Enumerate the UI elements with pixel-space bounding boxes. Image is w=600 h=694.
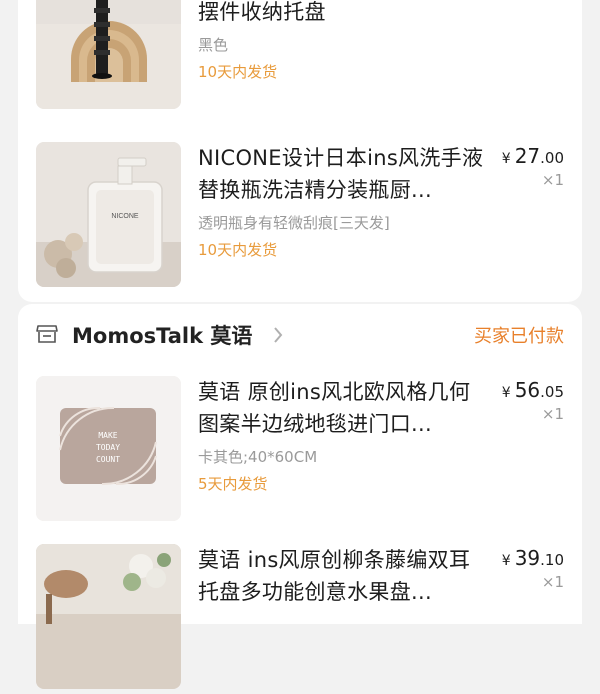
price-decimal: .10 bbox=[540, 551, 564, 569]
rug-text-line: MAKE bbox=[98, 431, 117, 440]
shop-header[interactable]: MomosTalk 莫语 买家已付款 bbox=[36, 316, 564, 352]
order-status: 买家已付款 bbox=[474, 326, 564, 347]
svg-text:NICONE: NICONE bbox=[111, 213, 139, 220]
order-item[interactable]: MAKE TODAY COUNT 莫语 原创ins风北欧风格几何图案半边绒地毯进… bbox=[36, 376, 564, 526]
currency-symbol: ¥ bbox=[501, 151, 511, 167]
product-price: ¥27.00 bbox=[502, 144, 564, 168]
order-card-1: 简约设计 实木几何造型 家居摆件收纳托盘 黑色 10天内发货 ×1 NICONE… bbox=[18, 0, 582, 302]
shipping-time: 10天内发货 bbox=[198, 241, 278, 259]
shipping-time: 10天内发货 bbox=[198, 63, 278, 81]
product-title[interactable]: NICONE设计日本ins风洗手液替换瓶洗洁精分装瓶厨... bbox=[198, 142, 486, 206]
soap-bottle-image: NICONE bbox=[36, 142, 181, 287]
wooden-stand-image bbox=[36, 0, 181, 109]
price-integer: 39 bbox=[514, 546, 541, 570]
product-sku: 黑色 bbox=[198, 36, 229, 54]
rattan-tray-image bbox=[36, 544, 181, 689]
rug-image: MAKE TODAY COUNT bbox=[36, 376, 181, 521]
store-icon bbox=[36, 325, 58, 343]
price-decimal: .05 bbox=[540, 383, 564, 401]
product-quantity: ×1 bbox=[541, 573, 564, 591]
product-title[interactable]: 简约设计 实木几何造型 家居摆件收纳托盘 bbox=[198, 0, 486, 28]
shop-name[interactable]: MomosTalk 莫语 bbox=[72, 320, 252, 350]
rug-text-line: TODAY bbox=[96, 443, 120, 452]
product-price: ¥56.05 bbox=[502, 378, 564, 402]
product-quantity: ×1 bbox=[541, 171, 564, 189]
order-item[interactable]: NICONE NICONE设计日本ins风洗手液替换瓶洗洁精分装瓶厨... 透明… bbox=[36, 142, 564, 292]
order-item[interactable]: 莫语 ins风原创柳条藤编双耳托盘多功能创意水果盘... ¥39.10 ×1 bbox=[36, 544, 564, 694]
product-sku: 透明瓶身有轻微刮痕[三天发] bbox=[198, 214, 390, 232]
product-title[interactable]: 莫语 原创ins风北欧风格几何图案半边绒地毯进门口... bbox=[198, 376, 486, 440]
product-price: ¥39.10 bbox=[502, 546, 564, 570]
shipping-time: 5天内发货 bbox=[198, 475, 268, 493]
currency-symbol: ¥ bbox=[501, 385, 511, 401]
product-thumbnail[interactable]: NICONE bbox=[36, 142, 181, 287]
product-sku: 卡其色;40*60CM bbox=[198, 448, 318, 466]
price-integer: 56 bbox=[514, 378, 541, 402]
price-integer: 27 bbox=[514, 144, 541, 168]
chevron-right-icon[interactable] bbox=[272, 326, 284, 344]
product-thumbnail[interactable] bbox=[36, 0, 181, 109]
order-card-2: MomosTalk 莫语 买家已付款 MAKE TODAY COUNT 莫语 原… bbox=[18, 304, 582, 689]
rug-text-line: COUNT bbox=[96, 455, 120, 464]
product-quantity: ×1 bbox=[541, 405, 564, 423]
product-thumbnail[interactable]: MAKE TODAY COUNT bbox=[36, 376, 181, 521]
product-title[interactable]: 莫语 ins风原创柳条藤编双耳托盘多功能创意水果盘... bbox=[198, 544, 486, 608]
currency-symbol: ¥ bbox=[501, 553, 511, 569]
price-decimal: .00 bbox=[540, 149, 564, 167]
product-thumbnail[interactable] bbox=[36, 544, 181, 689]
order-item[interactable]: 简约设计 实木几何造型 家居摆件收纳托盘 黑色 10天内发货 ×1 bbox=[36, 0, 564, 114]
